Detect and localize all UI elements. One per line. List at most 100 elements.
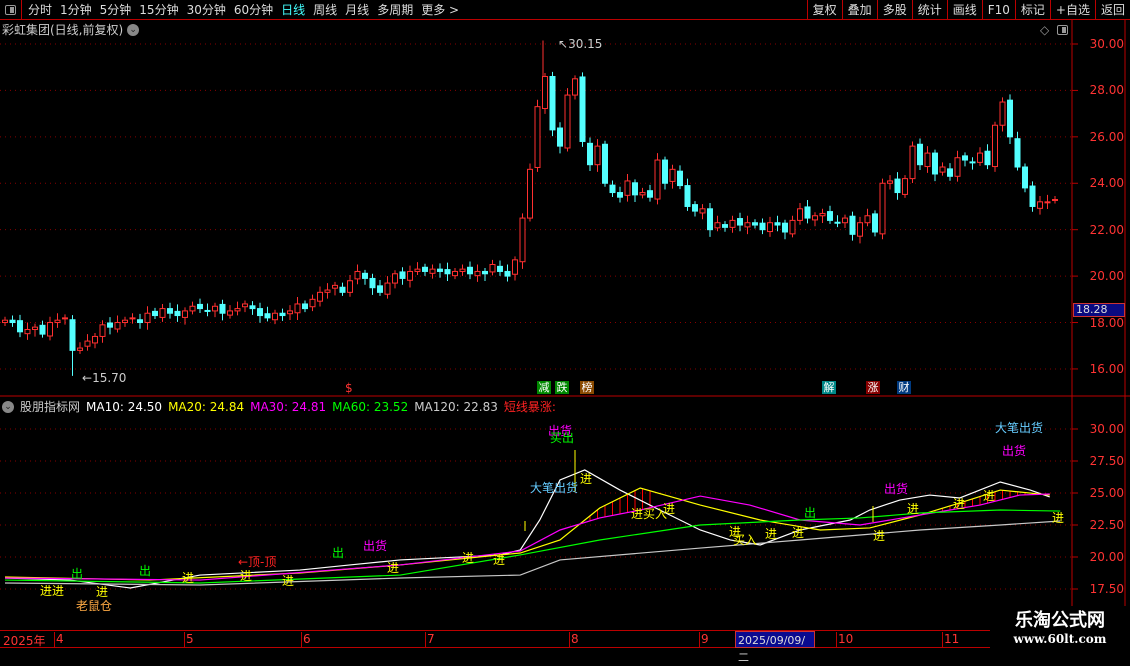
candle-body — [714, 222, 721, 229]
candle-body — [444, 269, 451, 275]
signal-label: 出 — [139, 564, 152, 578]
candle-body — [399, 271, 406, 279]
watermark-name: 乐淘公式网 — [1015, 610, 1105, 631]
candle-body — [759, 222, 766, 231]
chevron-down-icon[interactable]: ⌄ — [2, 400, 14, 413]
candle-body — [752, 222, 758, 226]
candle-body — [317, 291, 323, 302]
signal-label: 进 — [462, 551, 475, 565]
candle-body — [992, 124, 998, 168]
candle-body — [624, 180, 631, 196]
low-value: 15.70 — [92, 371, 127, 385]
event-badge-zhang[interactable]: 涨 — [866, 381, 880, 394]
candle-body — [819, 212, 826, 217]
candle-body — [242, 303, 248, 308]
date-label: 7 — [425, 632, 435, 648]
candle-body — [2, 319, 8, 324]
signal-label: 出 — [332, 546, 345, 560]
signal-label: 大笔出货 — [995, 421, 1044, 435]
price-tick: 28.00 — [1089, 83, 1124, 98]
event-dollar[interactable]: $ — [345, 382, 353, 394]
candle-body — [707, 208, 713, 231]
candle-body — [99, 324, 106, 337]
candle-body — [864, 215, 871, 224]
signal-label: 进 — [493, 553, 506, 567]
candle-body — [609, 184, 616, 194]
candle-body — [902, 178, 908, 195]
candle-body — [999, 101, 1006, 126]
date-label: 11 — [942, 632, 960, 648]
candle-body — [879, 182, 886, 235]
candle-body — [594, 145, 601, 166]
price-tick: 30.00 — [1089, 37, 1124, 51]
signal-label: 大笔出货 — [530, 481, 579, 495]
signal-label: 进 — [580, 472, 593, 486]
candle-body — [362, 272, 368, 279]
watermark: 乐淘公式网 www.60lt.com — [990, 606, 1130, 650]
candle-body — [69, 319, 76, 351]
signal-label: 进 — [182, 571, 195, 585]
signal-label: 进 — [631, 507, 644, 521]
event-badge-jian[interactable]: 减 — [537, 381, 551, 394]
date-label: 4 — [54, 632, 64, 648]
signal-label: 进 — [873, 529, 886, 543]
price-tick: 24.00 — [1089, 176, 1124, 191]
ma10-value: MA10: 24.50 — [86, 399, 163, 414]
candle-body — [684, 185, 691, 207]
candle-body — [452, 270, 458, 277]
event-badge-bang[interactable]: 榜 — [580, 381, 594, 394]
date-label: 8 — [569, 632, 579, 648]
candle-body — [437, 268, 443, 272]
candle-body — [579, 76, 586, 142]
ma120-value: MA120: 22.83 — [414, 399, 498, 414]
candle-body — [564, 94, 571, 149]
signal-label: 买入 — [733, 533, 758, 547]
signal-label: 老鼠仓 — [76, 599, 113, 613]
high-price-label: ↖30.15 — [558, 37, 603, 51]
candle-body — [1007, 99, 1013, 138]
signal-label: 进 — [240, 569, 253, 583]
candle-body — [62, 317, 68, 320]
event-badge-cai[interactable]: 财 — [897, 381, 911, 394]
candle-body — [189, 305, 196, 312]
candle-body — [654, 159, 661, 200]
candle-body — [204, 309, 211, 312]
indicator-header: ⌄ 股朋指标网 MA10: 24.50 MA20: 24.84 MA30: 24… — [2, 398, 556, 415]
signal-label: 出货 — [363, 539, 388, 553]
candle-body — [152, 310, 158, 317]
candle-body — [827, 211, 833, 221]
event-badge-jie[interactable]: 解 — [822, 381, 836, 394]
candle-body — [542, 75, 548, 110]
indicator-tick: 30.00 — [1089, 422, 1124, 436]
candle-body — [354, 270, 361, 280]
candle-body — [9, 319, 16, 324]
signal-label: 出 — [804, 506, 817, 520]
candle-body — [32, 326, 38, 330]
candle-body — [572, 78, 578, 96]
signal-label: 进 — [907, 502, 920, 516]
candle-body — [504, 270, 511, 277]
candle-body — [467, 266, 473, 275]
candle-body — [422, 266, 428, 272]
candle-body — [489, 263, 496, 273]
event-badge-die[interactable]: 跌 — [555, 381, 569, 394]
candle-body — [722, 224, 728, 228]
candle-body — [1029, 185, 1036, 207]
candle-body — [474, 270, 481, 277]
candle-body — [17, 320, 23, 333]
indicator-name[interactable]: 股朋指标网 — [20, 398, 80, 415]
candle-body — [647, 190, 653, 198]
candle-body — [669, 168, 676, 182]
candle-body — [92, 335, 98, 344]
date-label: 10 — [836, 632, 854, 648]
candle-body — [797, 208, 803, 221]
signal-label: 进 — [387, 561, 400, 575]
candle-body — [662, 159, 668, 184]
candle-body — [227, 310, 233, 316]
chart-canvas[interactable] — [0, 0, 1130, 650]
high-value: 30.15 — [568, 37, 603, 51]
candle-body — [212, 305, 218, 312]
price-tick: 16.00 — [1089, 361, 1124, 376]
candle-body — [639, 192, 646, 196]
candle-body — [699, 208, 706, 214]
